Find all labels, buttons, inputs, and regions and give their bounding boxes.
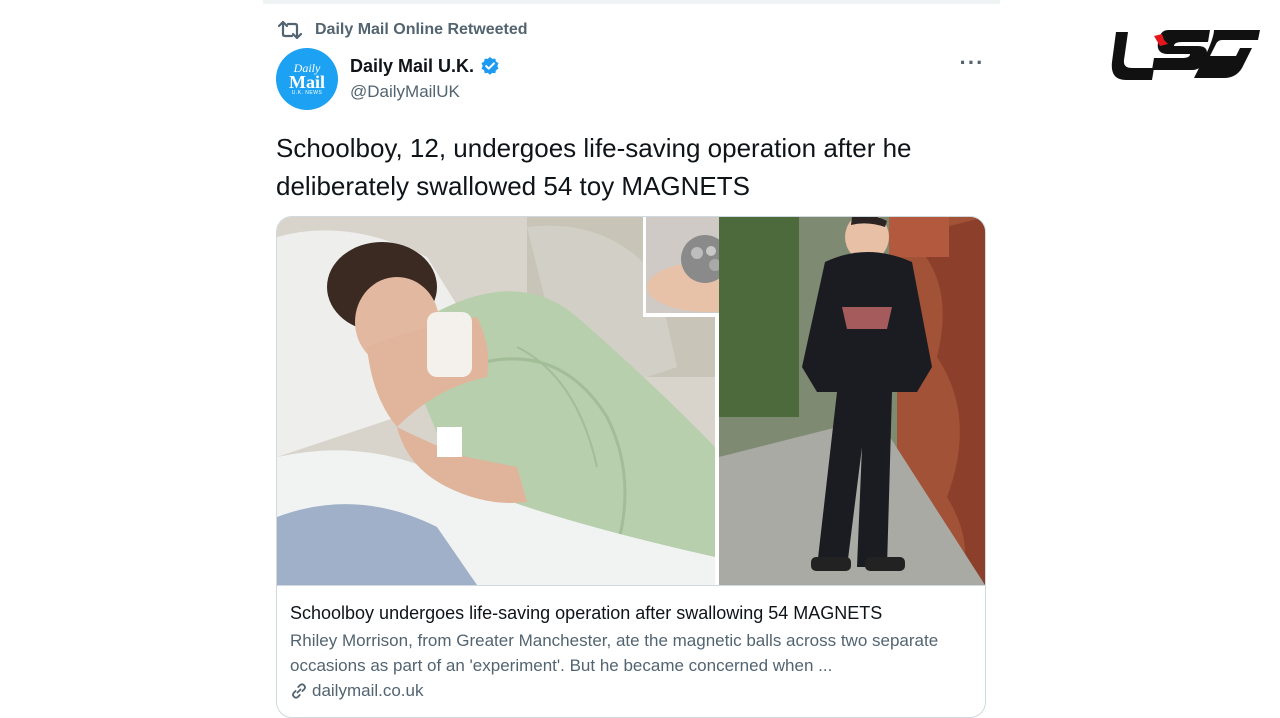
site-logo: [1111, 30, 1260, 80]
avatar[interactable]: Daily Mail U.K. NEWS: [276, 48, 338, 110]
author-name-row: Daily Mail U.K.: [350, 54, 500, 78]
retweet-icon: [277, 20, 303, 40]
card-title[interactable]: Schoolboy undergoes life-saving operatio…: [290, 601, 972, 625]
card-domain-row: dailymail.co.uk: [290, 681, 972, 701]
author-handle[interactable]: @DailyMailUK: [350, 82, 500, 102]
more-options-icon[interactable]: ···: [957, 52, 987, 76]
avatar-line-3: U.K. NEWS: [291, 89, 323, 96]
author-block: Daily Mail U.K. @DailyMailUK: [350, 54, 500, 102]
retweet-label[interactable]: Daily Mail Online Retweeted: [315, 21, 528, 39]
link-card[interactable]: Schoolboy undergoes life-saving operatio…: [276, 216, 986, 718]
card-description: Rhiley Morrison, from Greater Manchester…: [290, 631, 939, 675]
tweet-text: Schoolboy, 12, undergoes life-saving ope…: [276, 133, 912, 201]
author-name[interactable]: Daily Mail U.K.: [350, 56, 474, 77]
card-divider: [277, 585, 985, 586]
tweet[interactable]: Daily Mail Online Retweeted Daily Mail U…: [263, 0, 1000, 718]
retweet-context: Daily Mail Online Retweeted: [277, 18, 528, 42]
verified-badge-icon: [481, 57, 499, 75]
card-body: Schoolboy undergoes life-saving operatio…: [290, 601, 972, 701]
link-icon: [292, 683, 306, 699]
card-domain[interactable]: dailymail.co.uk: [312, 681, 424, 701]
avatar-line-2: Mail: [289, 71, 325, 92]
card-image[interactable]: [277, 217, 985, 585]
top-divider: [263, 0, 1000, 4]
